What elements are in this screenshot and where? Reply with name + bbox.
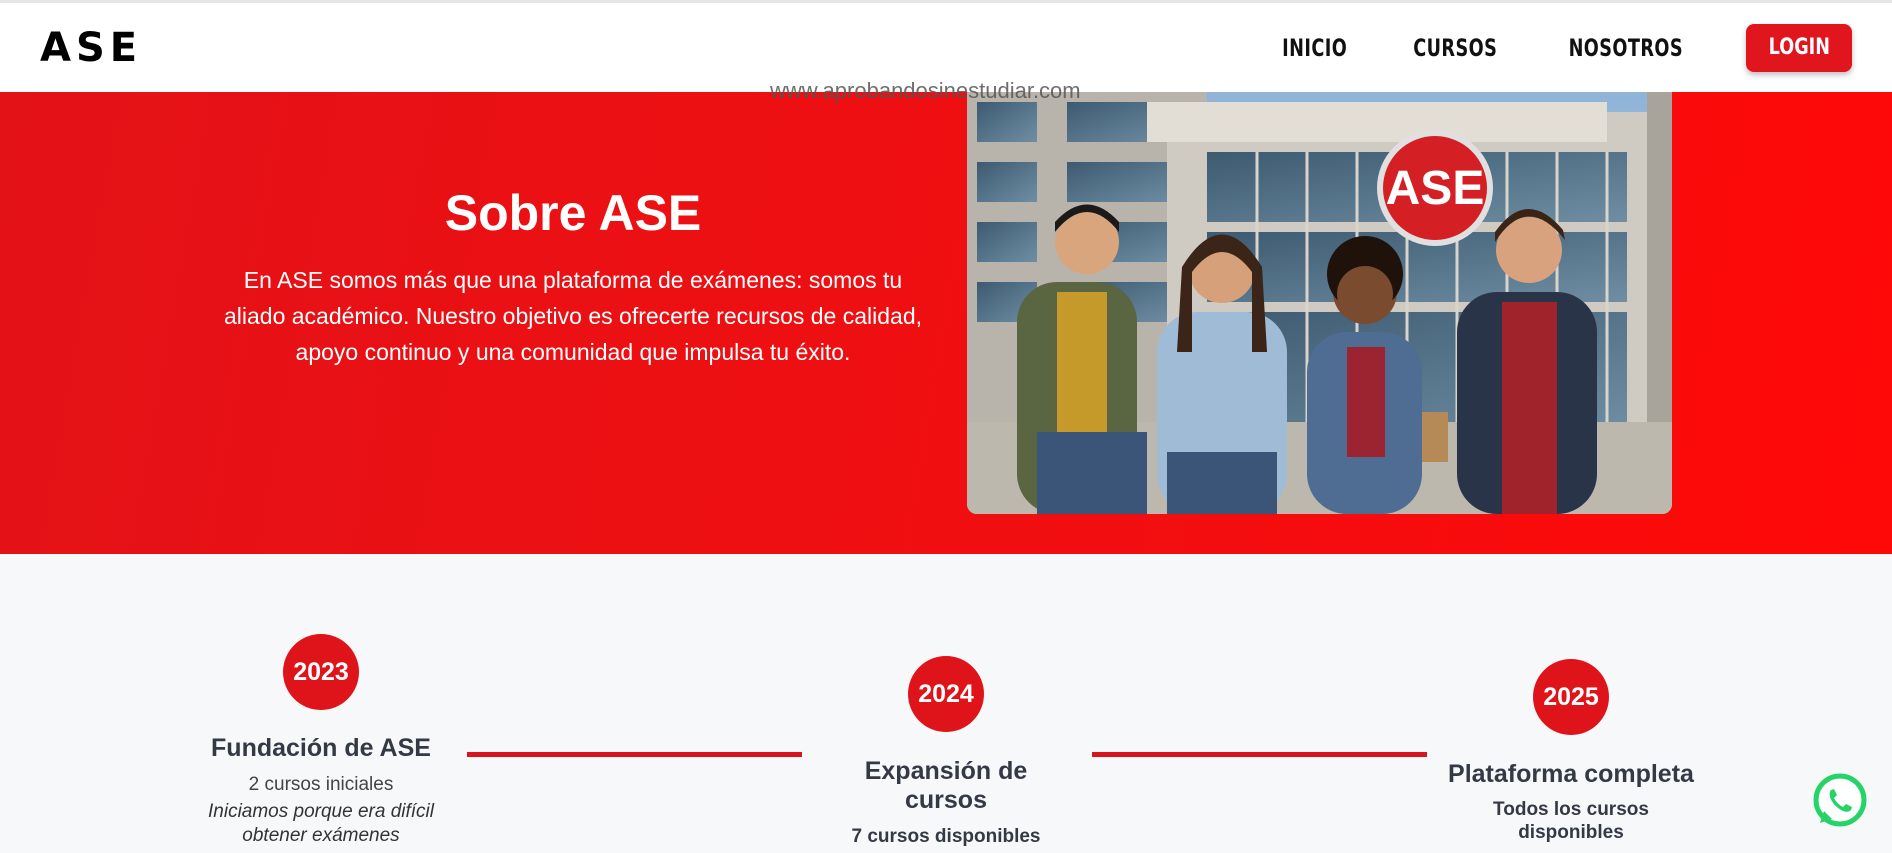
nav-link-inicio[interactable]: INICIO (1282, 34, 1347, 62)
timeline-title-2023: Fundación de ASE (211, 734, 431, 762)
timeline-connector-2 (1092, 752, 1427, 757)
nav-link-cursos[interactable]: CURSOS (1413, 34, 1497, 62)
timeline-year-2023: 2023 (283, 634, 359, 710)
timeline-year-2024: 2024 (908, 656, 984, 732)
timeline-subtitle-2025: Todos los cursos disponibles (1493, 799, 1649, 843)
timeline-description-2023: Iniciamos porque era difícil obtener exá… (208, 801, 434, 846)
timeline-connector-1 (467, 752, 802, 757)
login-button-label: LOGIN (1768, 35, 1830, 60)
main-nav: INICIO CURSOS NOSOTROS LOGIN (1275, 23, 1852, 72)
hero-section: Sobre ASE En ASE somos más que una plata… (0, 92, 1892, 554)
timeline-title-2025: Plataforma completa (1448, 760, 1694, 788)
students-photo: ASE (967, 92, 1672, 514)
hero-description: En ASE somos más que una plataforma de e… (223, 267, 923, 365)
whatsapp-icon[interactable] (1812, 773, 1868, 829)
site-url-text: www.aprobandosinestudiar.com (770, 78, 1081, 103)
login-button[interactable]: LOGIN (1746, 23, 1852, 72)
timeline-subtitle-2023: 2 cursos iniciales (248, 774, 394, 795)
building-sign-text: ASE (1386, 162, 1485, 215)
timeline-title-2024: Expansión de cursos (864, 757, 1028, 814)
nav-link-nosotros[interactable]: NOSOTROS (1569, 34, 1683, 62)
timeline-subtitle-2024: 7 cursos disponibles (851, 826, 1041, 847)
timeline-year-2025: 2025 (1533, 659, 1609, 735)
site-logo[interactable]: ASE (40, 25, 142, 71)
hero-title: Sobre ASE (444, 185, 702, 241)
